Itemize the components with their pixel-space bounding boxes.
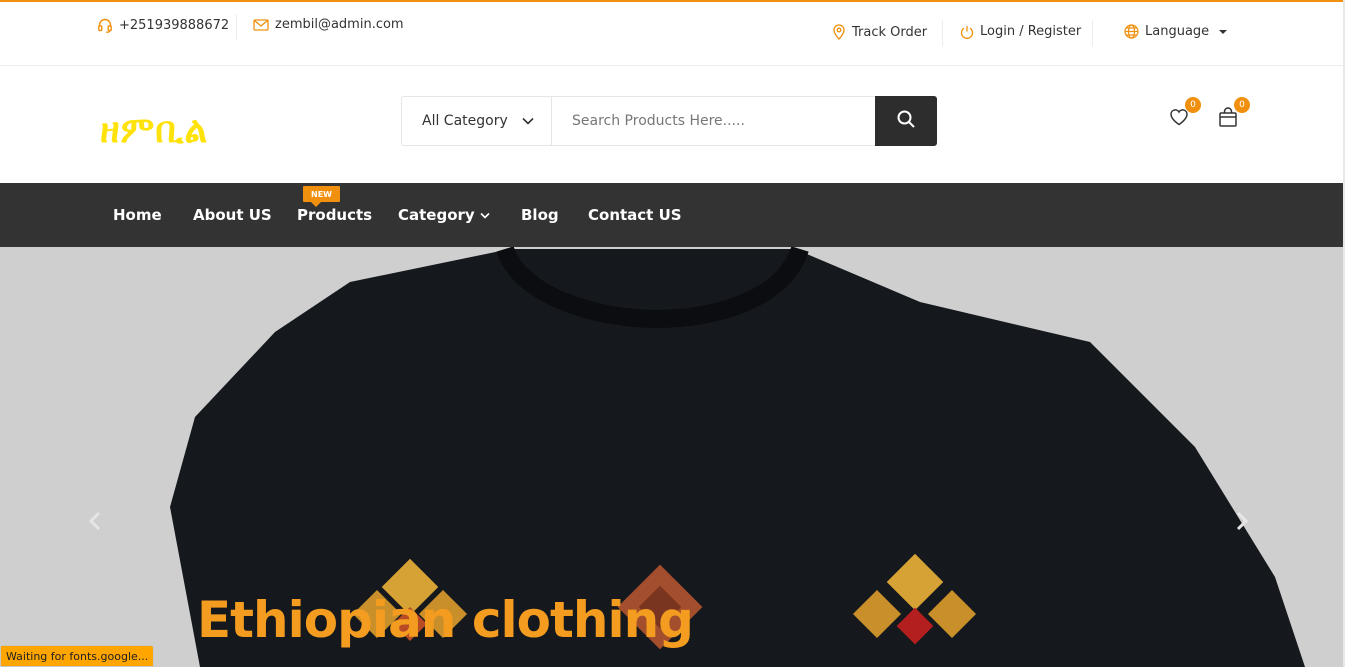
top-bar: +251939888672 zembil@admin.com Track Ord…	[0, 2, 1343, 66]
search-bar: All Category	[401, 96, 937, 146]
email-address: zembil@admin.com	[275, 17, 404, 32]
chevron-down-icon	[522, 113, 534, 129]
new-badge: NEW	[303, 186, 340, 207]
headset-icon	[97, 17, 113, 33]
cart-count-badge: 0	[1234, 97, 1250, 113]
nav-item-home[interactable]: Home	[113, 183, 162, 247]
envelope-icon	[253, 18, 269, 32]
caret-down-icon	[1219, 29, 1228, 34]
map-pin-icon	[832, 24, 846, 40]
track-order-label: Track Order	[852, 24, 928, 40]
category-select-value: All Category	[422, 113, 508, 129]
nav-item-category-label: Category	[398, 206, 475, 224]
divider	[942, 20, 943, 46]
login-register-link[interactable]: Login / Register	[960, 24, 1081, 39]
language-dropdown[interactable]: Language	[1124, 24, 1228, 39]
browser-status-bar: Waiting for fonts.google...	[0, 645, 155, 667]
divider	[236, 14, 237, 40]
hero-title: Ethiopian clothing	[197, 591, 694, 649]
search-icon	[896, 109, 916, 133]
shopping-bag-icon	[1217, 107, 1239, 132]
phone-contact[interactable]: +251939888672	[97, 17, 229, 33]
cart-button[interactable]: 0	[1217, 97, 1250, 132]
nav-item-contact-us[interactable]: Contact US	[588, 183, 682, 247]
globe-icon	[1124, 24, 1139, 39]
chevron-down-icon	[480, 212, 490, 219]
language-label: Language	[1145, 24, 1210, 39]
heart-icon	[1168, 109, 1190, 132]
wishlist-button[interactable]: 0	[1168, 97, 1201, 132]
nav-item-category[interactable]: Category	[398, 183, 490, 247]
main-navigation: Home About US Products Category Blog Con…	[0, 183, 1343, 247]
track-order-link[interactable]: Track Order	[832, 24, 927, 40]
divider	[1092, 20, 1093, 46]
nav-item-blog[interactable]: Blog	[521, 183, 559, 247]
wishlist-count-badge: 0	[1185, 97, 1201, 113]
hero-slider: Ethiopian clothing	[0, 247, 1343, 667]
phone-number: +251939888672	[119, 17, 230, 33]
site-logo[interactable]: ዘምቢል	[100, 110, 208, 152]
login-register-label: Login / Register	[980, 24, 1082, 39]
slider-next-arrow[interactable]	[1231, 509, 1251, 533]
slider-prev-arrow[interactable]	[86, 509, 106, 533]
email-contact[interactable]: zembil@admin.com	[253, 17, 404, 32]
power-icon	[960, 25, 974, 39]
category-select[interactable]: All Category	[402, 97, 552, 145]
search-button[interactable]	[875, 96, 937, 146]
nav-item-about-us[interactable]: About US	[193, 183, 272, 247]
